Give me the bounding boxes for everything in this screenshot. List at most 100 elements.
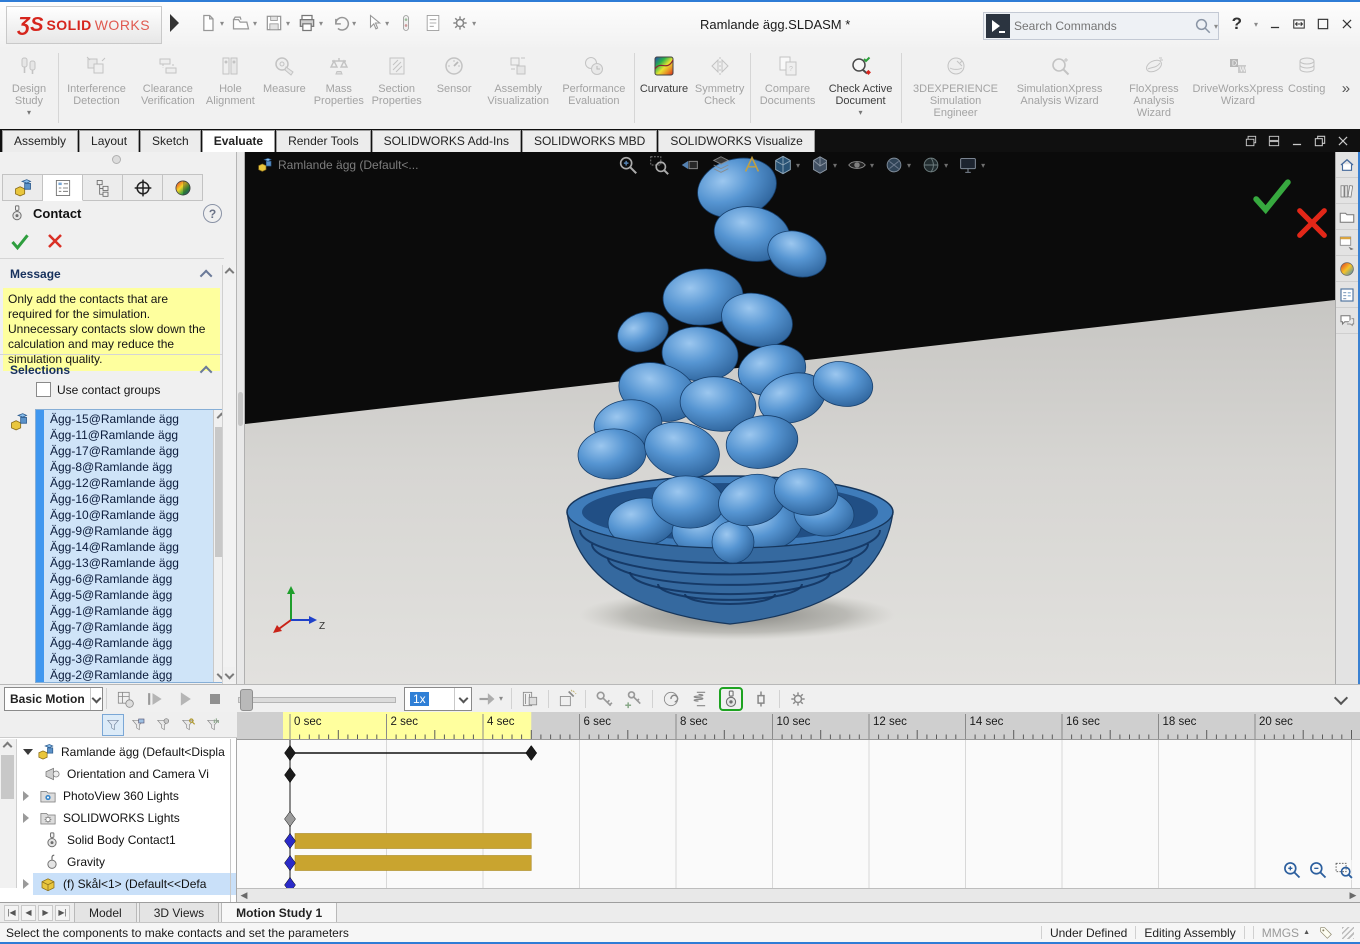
forum-button[interactable] [1336, 308, 1358, 334]
search-dropdown-icon[interactable]: ▾ [1214, 22, 1218, 31]
collapse-motionmanager-icon[interactable] [1336, 692, 1346, 706]
zoom-fit-button[interactable] [617, 154, 639, 176]
selection-list-item[interactable]: Ägg-7@Ramlande ägg [44, 619, 213, 635]
close-button[interactable] [1340, 17, 1354, 31]
ribbon-check-active-document-button[interactable]: Check Active Document▾ [822, 47, 899, 129]
rebuild-button[interactable] [394, 11, 418, 35]
motion-tree-row[interactable]: SOLIDWORKS Lights [17, 807, 236, 829]
timeline-zoom-out-button[interactable] [1308, 860, 1328, 880]
animation-wizard-button[interactable] [555, 687, 579, 711]
graphics-viewport[interactable]: Z Ramlande ägg (Default<... ▾▾▾▾▾▾ [245, 152, 1335, 684]
tab-solidworks-add-ins[interactable]: SOLIDWORKS Add-Ins [372, 130, 521, 152]
new-document-button[interactable]: ▾ [196, 11, 226, 35]
pm-tab-dimxpert[interactable] [123, 174, 163, 201]
prev-tab-button[interactable]: ◀ [21, 905, 36, 921]
file-explorer-button[interactable] [1336, 204, 1358, 230]
select-button[interactable]: ▾ [361, 11, 391, 35]
filter-driving-button[interactable] [152, 714, 174, 736]
new-window-button[interactable] [1244, 134, 1258, 148]
scroll-right-button[interactable]: ▶ [1346, 889, 1360, 902]
units-dropdown[interactable]: MMGS▲ [1262, 926, 1310, 940]
first-tab-button[interactable]: |◀ [4, 905, 19, 921]
motion-tree-row[interactable]: PhotoView 360 Lights [17, 785, 236, 807]
selection-list-item[interactable]: Ägg-3@Ramlande ägg [44, 651, 213, 667]
selection-list-item[interactable]: Ägg-5@Ramlande ägg [44, 587, 213, 603]
use-contact-groups-checkbox[interactable] [36, 382, 51, 397]
tab-layout[interactable]: Layout [79, 130, 139, 152]
expander-closed-icon[interactable] [23, 813, 29, 823]
3d-scene[interactable]: Z [245, 152, 1335, 684]
pm-tab-assembly[interactable] [2, 174, 43, 201]
tag-icon[interactable] [1318, 925, 1334, 941]
tab-solidworks-visualize[interactable]: SOLIDWORKS Visualize [658, 130, 815, 152]
selection-list-item[interactable]: Ägg-6@Ramlande ägg [44, 571, 213, 587]
dropdown-arrow-icon[interactable] [454, 688, 471, 710]
cancel-x-icon[interactable] [1295, 206, 1329, 240]
view-orientation-button[interactable]: ▾ [772, 154, 800, 176]
dropdown-arrow-icon[interactable] [90, 688, 102, 710]
scroll-up-button[interactable] [223, 265, 235, 280]
ribbon-dropdown-icon[interactable]: ▾ [27, 108, 31, 117]
timeline-keys-area[interactable] [237, 740, 1360, 891]
tab-evaluate[interactable]: Evaluate [202, 130, 275, 152]
selection-list-item[interactable]: Ägg-11@Ramlande ägg [44, 427, 213, 443]
doc-tab-motion-study-1[interactable]: Motion Study 1 [221, 903, 337, 922]
custom-properties-button[interactable] [1336, 282, 1358, 308]
play-button[interactable] [173, 687, 197, 711]
filter-selected-button[interactable] [177, 714, 199, 736]
search-icon[interactable] [1194, 17, 1212, 35]
search-input[interactable] [1012, 18, 1194, 34]
message-section-header[interactable]: Message [10, 267, 61, 281]
pm-tab-config[interactable] [83, 174, 123, 201]
tree-timeline-splitter[interactable] [230, 739, 236, 902]
filter-all-button[interactable] [102, 714, 124, 736]
selection-list-item[interactable]: Ägg-17@Ramlande ägg [44, 443, 213, 459]
autokey-button[interactable] [592, 687, 616, 711]
file-properties-button[interactable] [421, 11, 445, 35]
selection-list-item[interactable]: Ägg-8@Ramlande ägg [44, 459, 213, 475]
menu-flyout-icon[interactable] [170, 14, 179, 32]
motion-study-properties-button[interactable] [786, 687, 810, 711]
help-button[interactable]: ? [1232, 14, 1242, 34]
contact-button[interactable] [719, 687, 743, 711]
zoom-area-button[interactable] [648, 154, 670, 176]
selection-list-item[interactable]: Ägg-4@Ramlande ägg [44, 635, 213, 651]
tab-assembly[interactable]: Assembly [2, 130, 78, 152]
collapse-message-icon[interactable] [200, 270, 213, 283]
tree-scrollbar[interactable] [0, 739, 17, 888]
expander-closed-icon[interactable] [23, 791, 29, 801]
play-from-start-button[interactable] [143, 687, 167, 711]
playback-speed-dropdown[interactable]: 1x [404, 687, 472, 711]
scroll-up-button[interactable] [0, 739, 15, 754]
tab-render-tools[interactable]: Render Tools [276, 130, 371, 152]
playback-mode-button[interactable]: ▾ [475, 687, 505, 711]
scroll-left-button[interactable]: ◀ [237, 889, 251, 902]
section-view-button[interactable] [710, 154, 732, 176]
hide-show-button[interactable]: ▾ [846, 154, 874, 176]
timeline-area[interactable]: 0 sec2 sec4 sec6 sec8 sec10 sec12 sec14 … [237, 712, 1360, 902]
display-style-button[interactable]: ▾ [809, 154, 837, 176]
selection-list-item[interactable]: Ägg-2@Ramlande ägg [44, 667, 213, 682]
next-tab-button[interactable]: ▶ [38, 905, 53, 921]
timeline-zoom-fit-button[interactable] [1334, 860, 1354, 880]
dock-button[interactable] [1292, 17, 1306, 31]
apply-scene-button[interactable]: ▾ [920, 154, 948, 176]
doc-tab-model[interactable]: Model [74, 903, 137, 922]
filter-animated-button[interactable] [127, 714, 149, 736]
search-commands-box[interactable]: ▾ [983, 12, 1219, 40]
selection-list-item[interactable]: Ägg-10@Ramlande ägg [44, 507, 213, 523]
selection-list-item[interactable]: Ägg-15@Ramlande ägg [44, 411, 213, 427]
view-settings-button[interactable]: ▾ [957, 154, 985, 176]
open-button[interactable]: ▾ [229, 11, 259, 35]
motion-tree-row[interactable]: Solid Body Contact1 [17, 829, 236, 851]
options-button[interactable]: ▾ [448, 11, 478, 35]
save-button[interactable]: ▾ [262, 11, 292, 35]
pm-tab-display[interactable] [163, 174, 203, 201]
solidworks-logo[interactable]: ƷS SOLIDWORKS [6, 6, 162, 44]
doc-tab-3d-views[interactable]: 3D Views [139, 903, 219, 922]
selection-list-item[interactable]: Ägg-12@Ramlande ägg [44, 475, 213, 491]
motion-tree-row[interactable]: Orientation and Camera Vi [17, 763, 236, 785]
selection-list-item[interactable]: Ägg-13@Ramlande ägg [44, 555, 213, 571]
stop-button[interactable] [203, 687, 227, 711]
maximize-button[interactable] [1316, 17, 1330, 31]
